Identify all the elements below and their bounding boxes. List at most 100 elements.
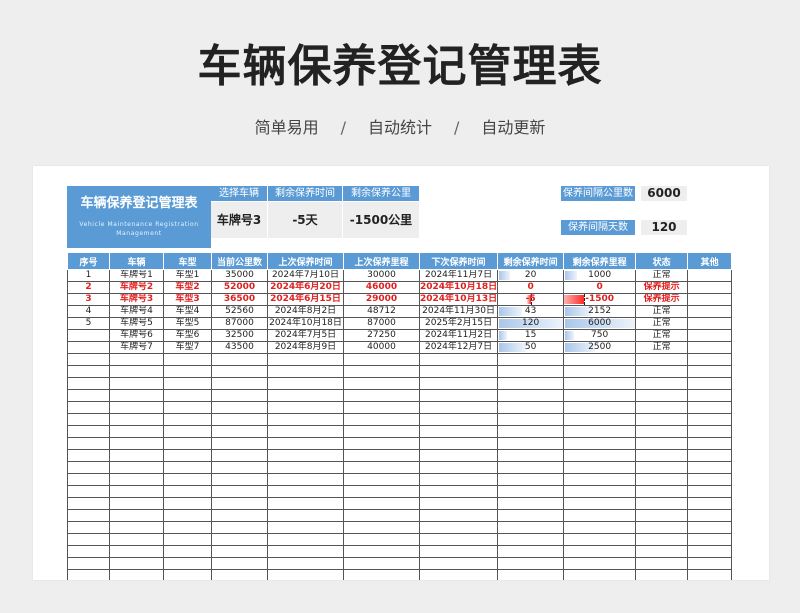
- empty-cell[interactable]: [497, 509, 565, 522]
- next-date-cell[interactable]: 2024年12月7日: [418, 341, 499, 354]
- other-cell[interactable]: [687, 293, 733, 306]
- empty-cell[interactable]: [67, 365, 110, 378]
- empty-cell[interactable]: [563, 509, 637, 522]
- other-cell[interactable]: [687, 341, 733, 354]
- empty-cell[interactable]: [343, 569, 420, 580]
- empty-cell[interactable]: [67, 569, 110, 580]
- empty-cell[interactable]: [67, 389, 110, 402]
- empty-cell[interactable]: [497, 413, 565, 426]
- empty-cell[interactable]: [343, 521, 420, 534]
- empty-cell[interactable]: [67, 377, 110, 390]
- current-km-cell[interactable]: 32500: [211, 329, 268, 342]
- empty-cell[interactable]: [109, 569, 164, 580]
- empty-cell[interactable]: [67, 425, 110, 438]
- empty-cell[interactable]: [687, 401, 733, 414]
- empty-cell[interactable]: [687, 497, 733, 510]
- empty-cell[interactable]: [418, 461, 499, 474]
- empty-cell[interactable]: [497, 401, 565, 414]
- empty-cell[interactable]: [635, 377, 689, 390]
- remaining-km-cell[interactable]: 2500: [563, 341, 637, 354]
- empty-cell[interactable]: [109, 365, 164, 378]
- empty-cell[interactable]: [418, 557, 499, 570]
- empty-cell[interactable]: [687, 545, 733, 558]
- next-date-cell[interactable]: 2024年10月13日: [418, 293, 499, 306]
- empty-cell[interactable]: [497, 449, 565, 462]
- empty-cell[interactable]: [635, 569, 689, 580]
- empty-cell[interactable]: [163, 473, 212, 486]
- empty-cell[interactable]: [343, 353, 420, 366]
- empty-cell[interactable]: [343, 413, 420, 426]
- empty-cell[interactable]: [687, 521, 733, 534]
- remaining-days-cell[interactable]: 0: [497, 281, 565, 294]
- empty-cell[interactable]: [687, 449, 733, 462]
- empty-cell[interactable]: [163, 389, 212, 402]
- table-row[interactable]: 车牌号7 车型7 43500 2024年8月9日 40000 2024年12月7日 50 25…: [67, 341, 733, 354]
- empty-cell[interactable]: [563, 557, 637, 570]
- empty-cell[interactable]: [267, 437, 344, 450]
- empty-cell[interactable]: [418, 413, 499, 426]
- empty-cell[interactable]: [497, 473, 565, 486]
- empty-cell[interactable]: [267, 425, 344, 438]
- remaining-days-cell[interactable]: 20: [497, 269, 565, 282]
- empty-cell[interactable]: [687, 473, 733, 486]
- remaining-days-cell[interactable]: 120: [497, 317, 565, 330]
- status-cell[interactable]: 保养提示: [635, 281, 689, 294]
- empty-cell[interactable]: [635, 545, 689, 558]
- empty-cell[interactable]: [418, 545, 499, 558]
- empty-cell[interactable]: [563, 401, 637, 414]
- empty-cell[interactable]: [687, 557, 733, 570]
- empty-cell[interactable]: [635, 485, 689, 498]
- empty-cell[interactable]: [67, 401, 110, 414]
- empty-cell[interactable]: [343, 497, 420, 510]
- empty-cell[interactable]: [687, 485, 733, 498]
- empty-cell[interactable]: [343, 545, 420, 558]
- empty-cell[interactable]: [211, 521, 268, 534]
- empty-cell[interactable]: [635, 389, 689, 402]
- empty-cell[interactable]: [497, 389, 565, 402]
- empty-row[interactable]: [67, 545, 733, 558]
- empty-cell[interactable]: [343, 473, 420, 486]
- empty-cell[interactable]: [163, 461, 212, 474]
- empty-row[interactable]: [67, 557, 733, 570]
- interval-days-value[interactable]: 120: [641, 220, 687, 235]
- empty-cell[interactable]: [67, 473, 110, 486]
- remaining-days-cell[interactable]: 50: [497, 341, 565, 354]
- empty-cell[interactable]: [163, 365, 212, 378]
- model-cell[interactable]: 车型5: [163, 317, 212, 330]
- empty-cell[interactable]: [563, 389, 637, 402]
- empty-cell[interactable]: [267, 557, 344, 570]
- empty-cell[interactable]: [563, 425, 637, 438]
- empty-cell[interactable]: [635, 497, 689, 510]
- empty-cell[interactable]: [635, 521, 689, 534]
- table-row[interactable]: 4 车牌号4 车型4 52560 2024年8月2日 48712 2024年11月30日 43…: [67, 305, 733, 318]
- empty-cell[interactable]: [67, 521, 110, 534]
- empty-cell[interactable]: [635, 509, 689, 522]
- empty-cell[interactable]: [267, 533, 344, 546]
- empty-cell[interactable]: [211, 485, 268, 498]
- empty-cell[interactable]: [163, 425, 212, 438]
- empty-cell[interactable]: [163, 401, 212, 414]
- empty-cell[interactable]: [211, 509, 268, 522]
- empty-cell[interactable]: [109, 497, 164, 510]
- empty-cell[interactable]: [343, 509, 420, 522]
- seq-cell[interactable]: 1: [67, 269, 110, 282]
- empty-cell[interactable]: [67, 485, 110, 498]
- empty-cell[interactable]: [67, 557, 110, 570]
- empty-cell[interactable]: [497, 461, 565, 474]
- empty-cell[interactable]: [687, 353, 733, 366]
- empty-cell[interactable]: [163, 413, 212, 426]
- empty-cell[interactable]: [267, 389, 344, 402]
- empty-cell[interactable]: [109, 509, 164, 522]
- empty-cell[interactable]: [211, 533, 268, 546]
- empty-cell[interactable]: [418, 425, 499, 438]
- empty-row[interactable]: [67, 497, 733, 510]
- model-cell[interactable]: 车型6: [163, 329, 212, 342]
- empty-cell[interactable]: [163, 545, 212, 558]
- seq-cell[interactable]: [67, 329, 110, 342]
- last-date-cell[interactable]: 2024年7月10日: [267, 269, 344, 282]
- empty-cell[interactable]: [267, 473, 344, 486]
- remaining-km-cell[interactable]: 0: [563, 281, 637, 294]
- model-cell[interactable]: 车型4: [163, 305, 212, 318]
- empty-row[interactable]: [67, 389, 733, 402]
- empty-cell[interactable]: [67, 461, 110, 474]
